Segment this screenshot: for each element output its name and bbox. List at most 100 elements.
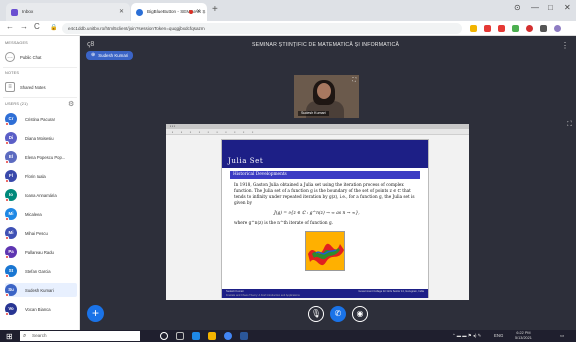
extension-icon[interactable]: [526, 25, 533, 32]
mail-icon: [11, 9, 18, 16]
user-list-item[interactable]: Io Ioana Annamária: [5, 188, 77, 202]
tab-label: Inbox: [22, 9, 34, 14]
webcam-person-face: [317, 83, 331, 99]
shared-notes-link[interactable]: ≡ Shared Notes: [5, 82, 46, 92]
slide-where: where g^n(z) is the n^th iterate of func…: [234, 220, 333, 225]
presenter-name: Sudesh Kumari: [98, 53, 129, 58]
tab-bigbluebutton[interactable]: BigBlueButton - SEMINAR Ș ✕: [131, 3, 207, 21]
public-chat-link[interactable]: … Public Chat: [5, 52, 41, 62]
muted-mic-badge-icon: [5, 122, 9, 126]
avatar: El: [5, 151, 17, 164]
meeting-title: SEMINAR ȘTIINȚIFIC DE MATEMATICĂ ȘI INFO…: [252, 42, 400, 48]
maximize-button[interactable]: □: [548, 3, 553, 12]
notification-icon[interactable]: ▭: [560, 333, 564, 339]
windows-start-icon[interactable]: ⊞: [6, 332, 13, 341]
public-chat-label: Public Chat: [20, 54, 42, 60]
extension-icon[interactable]: [512, 25, 519, 32]
back-button[interactable]: ←: [6, 22, 14, 31]
avatar: Su: [5, 284, 17, 297]
chrome-icon[interactable]: [224, 332, 232, 340]
system-clock[interactable]: 6:22 PM 5/13/2021: [515, 331, 532, 341]
user-list-item[interactable]: Di Diana Moisesiu: [5, 131, 77, 145]
options-menu-button[interactable]: ⋮: [561, 41, 569, 50]
user-name: Stefan Garcia: [25, 268, 51, 274]
webcam-video[interactable]: ⛶ Sudesh Kumari: [294, 75, 359, 118]
slide-header: Julia Set: [222, 140, 428, 168]
user-list-item[interactable]: St Stefan Garcia: [5, 264, 77, 278]
url-input[interactable]: e4c1ddb.unitbv.ro/html5client/join?sessi…: [62, 23, 462, 34]
close-window-button[interactable]: ✕: [564, 3, 571, 12]
taskbar-search-input[interactable]: ⌕ Search: [20, 331, 140, 341]
star-icon[interactable]: [470, 25, 477, 32]
extension-icon[interactable]: [484, 25, 491, 32]
user-list-item[interactable]: Pa Pallareau Radu: [5, 245, 77, 259]
task-view-icon[interactable]: [176, 332, 184, 340]
bigbluebutton-icon: [136, 9, 143, 16]
profile-icon[interactable]: [554, 25, 561, 32]
minimize-button[interactable]: —: [531, 3, 539, 12]
footer-author: Sudesh Kumari: [226, 290, 244, 293]
microphone-button[interactable]: 🎙: [308, 306, 324, 322]
user-name: Mihai Pescu: [25, 230, 48, 236]
search-icon: ⌕: [23, 333, 27, 339]
reload-button[interactable]: C: [34, 22, 40, 31]
avatar: Di: [5, 132, 17, 145]
lock-icon: 🔒: [50, 25, 58, 31]
file-explorer-icon[interactable]: [208, 332, 216, 340]
muted-mic-badge-icon: [5, 255, 9, 259]
close-icon[interactable]: ✕: [196, 8, 201, 15]
avatar: Mi: [5, 227, 17, 240]
user-name: Micaleea: [25, 211, 42, 217]
slide-title: Julia Set: [228, 157, 264, 165]
audio-button[interactable]: ✆: [330, 306, 346, 322]
users-toggle-icon[interactable]: ꞔ8: [87, 40, 94, 49]
phone-icon: ✆: [334, 309, 342, 318]
clock-date: 5/13/2021: [515, 336, 532, 340]
extension-icon[interactable]: [498, 25, 505, 32]
notes-heading: NOTES: [5, 71, 20, 75]
camera-button[interactable]: ◉: [352, 306, 368, 322]
fullscreen-icon[interactable]: ⛶: [567, 121, 572, 129]
close-icon[interactable]: ✕: [119, 8, 124, 15]
julia-set-fractal: [306, 232, 344, 270]
tab-search-icon[interactable]: ⊙: [514, 3, 521, 12]
language-indicator[interactable]: ENG: [494, 333, 503, 338]
word-icon[interactable]: [240, 332, 248, 340]
shared-app-menu: ▪ ▪ ▪ ▪ ▪ ▪ ▪ ▪ ▪ ▪: [166, 129, 469, 135]
add-action-button[interactable]: +: [87, 305, 104, 322]
user-list-item[interactable]: Mi Micaleea: [5, 207, 77, 221]
screen-share: ▪ ▪ ▪ ▪ ▪ ▪ ▪ ▪ ▪ ▪ ▪ ▪ ▪ Julia Set Hist…: [166, 124, 469, 300]
avatar: St: [5, 265, 17, 278]
user-list-item[interactable]: Cr Cristina Pacurar: [5, 112, 77, 126]
user-list-item[interactable]: Vo Vocan Bianca: [5, 302, 77, 316]
messages-heading: MESSAGES: [5, 41, 28, 45]
system-tray-icons[interactable]: ⌃ ▬ ▬ ⚑ ◂) ✎: [452, 333, 481, 339]
user-name: Florin Iuala: [25, 173, 46, 179]
julia-formula: J(g) = ∂{z ∈ ℂ : g^n(z) → ∞ as n → ∞},: [274, 211, 360, 216]
user-list-item[interactable]: Fl Florin Iuala: [5, 169, 77, 183]
gear-icon[interactable]: ⚙: [68, 100, 74, 108]
sidebar: MESSAGES … Public Chat NOTES ≡ Shared No…: [0, 36, 80, 330]
puzzle-icon[interactable]: [540, 25, 547, 32]
divider: [3, 97, 77, 98]
search-placeholder: Search: [32, 333, 47, 338]
user-list-item[interactable]: Su Sudesh Kumari: [5, 283, 77, 297]
user-list-item[interactable]: El Elena Popescu Pop...: [5, 150, 77, 164]
presentation-slide: Julia Set Historical Developments In 191…: [221, 139, 429, 298]
webcam-caption: Sudesh Kumari: [298, 111, 329, 116]
cortana-icon[interactable]: [160, 332, 168, 340]
muted-mic-badge-icon: [5, 160, 9, 164]
chat-icon: …: [5, 52, 15, 62]
footer-institution: Government College for Girls Sector 14, …: [358, 290, 424, 293]
fullscreen-icon[interactable]: ⛶: [352, 77, 356, 83]
new-tab-button[interactable]: +: [212, 4, 218, 15]
slide-paragraph: In 1918, Gaston Julia obtained a Julia s…: [234, 182, 415, 206]
avatar: Pa: [5, 246, 17, 259]
user-name: Cristina Pacurar: [25, 116, 56, 122]
users-heading: USERS (21): [5, 102, 28, 106]
muted-mic-badge-icon: [5, 217, 9, 221]
edge-icon[interactable]: [192, 332, 200, 340]
forward-button[interactable]: →: [20, 22, 28, 31]
user-list-item[interactable]: Mi Mihai Pescu: [5, 226, 77, 240]
tab-inbox[interactable]: Inbox ✕: [6, 3, 130, 21]
